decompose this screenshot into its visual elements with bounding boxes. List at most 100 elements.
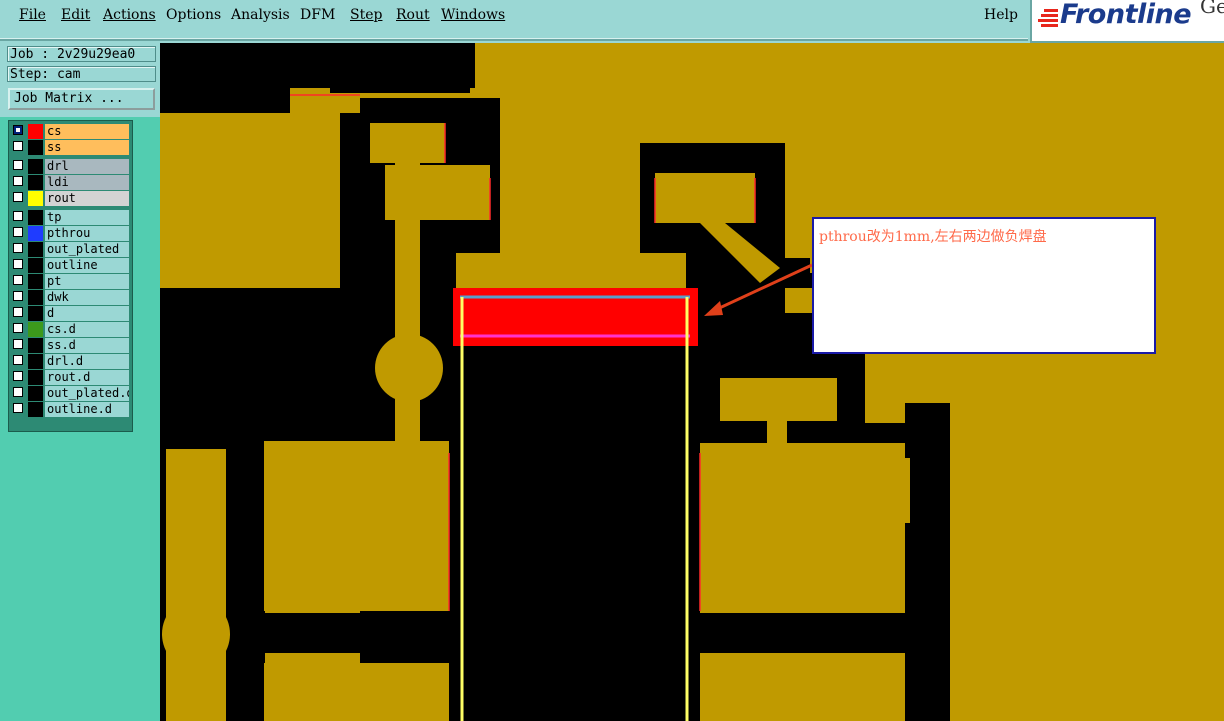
- layer-checkbox[interactable]: [13, 160, 23, 170]
- menu-file[interactable]: File: [19, 7, 46, 23]
- layer-checkbox[interactable]: [13, 371, 23, 381]
- layer-color-swatch[interactable]: [28, 242, 43, 257]
- layer-checkbox[interactable]: [13, 211, 23, 221]
- layer-checkbox[interactable]: [13, 243, 23, 253]
- layer-checkbox[interactable]: [13, 339, 23, 349]
- layer-checkbox[interactable]: [13, 355, 23, 365]
- menu-step[interactable]: Step: [350, 7, 382, 23]
- layer-row[interactable]: rout: [11, 191, 129, 206]
- menu-help[interactable]: Help: [984, 7, 1018, 23]
- layer-checkbox[interactable]: [13, 275, 23, 285]
- layer-checkbox[interactable]: [13, 291, 23, 301]
- layer-name[interactable]: out_plated: [45, 242, 129, 257]
- layer-name[interactable]: rout: [45, 191, 129, 206]
- annotation-text: pthrou改为1mm,左右两边做负焊盘: [819, 229, 1047, 245]
- layer-row[interactable]: out_plated.d: [11, 386, 129, 401]
- layer-row[interactable]: outline.d: [11, 402, 129, 417]
- layer-row[interactable]: cs: [11, 124, 129, 139]
- layer-row[interactable]: cs.d: [11, 322, 129, 337]
- layer-checkbox[interactable]: [13, 323, 23, 333]
- layer-color-swatch[interactable]: [28, 322, 43, 337]
- layer-color-swatch[interactable]: [28, 226, 43, 241]
- layer-checkbox[interactable]: [13, 125, 23, 135]
- layer-name[interactable]: outline: [45, 258, 129, 273]
- layer-checkbox[interactable]: [13, 176, 23, 186]
- layer-color-swatch[interactable]: [28, 274, 43, 289]
- layer-checkbox[interactable]: [13, 387, 23, 397]
- step-name-field: Step: cam: [7, 66, 156, 82]
- layer-color-swatch[interactable]: [28, 140, 43, 155]
- menu-rout[interactable]: Rout: [396, 7, 430, 23]
- menu-bar: File Edit Actions Options Analysis DFM S…: [0, 0, 1028, 41]
- layer-name[interactable]: drl: [45, 159, 129, 174]
- layer-row[interactable]: ss: [11, 140, 129, 155]
- layers-list: cs ss drl ldi rout tp pthrou out_plated outline p…: [8, 120, 133, 432]
- layer-name[interactable]: outline.d: [45, 402, 129, 417]
- layer-row[interactable]: pt: [11, 274, 129, 289]
- menu-edit[interactable]: Edit: [61, 7, 90, 23]
- pcb-canvas[interactable]: [160, 43, 1224, 721]
- layer-color-swatch[interactable]: [28, 191, 43, 206]
- layer-color-swatch[interactable]: [28, 175, 43, 190]
- layer-name[interactable]: d: [45, 306, 129, 321]
- logo-stripes-icon: [1038, 9, 1058, 27]
- layer-name[interactable]: rout.d: [45, 370, 129, 385]
- layer-name[interactable]: pt: [45, 274, 129, 289]
- layer-row[interactable]: drl.d: [11, 354, 129, 369]
- logo-partial-text: Ge: [1200, 0, 1224, 18]
- layer-checkbox[interactable]: [13, 227, 23, 237]
- layer-row[interactable]: outline: [11, 258, 129, 273]
- layer-color-swatch[interactable]: [28, 306, 43, 321]
- annotation-box: pthrou改为1mm,左右两边做负焊盘: [812, 217, 1156, 354]
- menu-edit-label: Edit: [61, 7, 91, 23]
- menu-options[interactable]: Options: [166, 7, 221, 23]
- layer-row[interactable]: out_plated: [11, 242, 129, 257]
- layer-color-swatch[interactable]: [28, 354, 43, 369]
- left-panel: Job : 2v29u29ea0 Step: cam Job Matrix ..…: [0, 41, 160, 721]
- layer-row[interactable]: pthrou: [11, 226, 129, 241]
- layer-name[interactable]: out_plated.d: [45, 386, 129, 401]
- menu-windows-label: Windows: [441, 7, 506, 23]
- layer-row[interactable]: ss.d: [11, 338, 129, 353]
- layer-color-swatch[interactable]: [28, 402, 43, 417]
- layer-name[interactable]: cs.d: [45, 322, 129, 337]
- layer-row[interactable]: dwk: [11, 290, 129, 305]
- menu-actions-label: Actions: [103, 7, 156, 23]
- layer-row[interactable]: drl: [11, 159, 129, 174]
- job-matrix-button[interactable]: Job Matrix ...: [8, 88, 155, 110]
- layer-color-swatch[interactable]: [28, 124, 43, 139]
- layer-row[interactable]: rout.d: [11, 370, 129, 385]
- layer-color-swatch[interactable]: [28, 338, 43, 353]
- layer-name[interactable]: ss: [45, 140, 129, 155]
- layer-color-swatch[interactable]: [28, 370, 43, 385]
- menu-rout-label: Rout: [396, 7, 430, 23]
- menu-analysis[interactable]: Analysis: [231, 7, 290, 23]
- layer-name[interactable]: ldi: [45, 175, 129, 190]
- layer-color-swatch[interactable]: [28, 386, 43, 401]
- layer-row[interactable]: ldi: [11, 175, 129, 190]
- layer-color-swatch[interactable]: [28, 210, 43, 225]
- menu-dfm[interactable]: DFM: [300, 7, 335, 23]
- layer-color-swatch[interactable]: [28, 258, 43, 273]
- layer-row[interactable]: tp: [11, 210, 129, 225]
- layer-name[interactable]: tp: [45, 210, 129, 225]
- layer-checkbox[interactable]: [13, 141, 23, 151]
- menu-windows[interactable]: Windows: [441, 7, 505, 23]
- layer-name[interactable]: dwk: [45, 290, 129, 305]
- layer-row[interactable]: d: [11, 306, 129, 321]
- layer-checkbox[interactable]: [13, 307, 23, 317]
- menu-actions[interactable]: Actions: [103, 7, 156, 23]
- layer-color-swatch[interactable]: [28, 159, 43, 174]
- pcb-graphics[interactable]: [160, 43, 1224, 721]
- layer-name[interactable]: drl.d: [45, 354, 129, 369]
- layer-checkbox[interactable]: [13, 192, 23, 202]
- layer-name[interactable]: ss.d: [45, 338, 129, 353]
- job-name-field: Job : 2v29u29ea0: [7, 46, 156, 62]
- layer-checkbox[interactable]: [13, 259, 23, 269]
- frontline-logo: Frontline Ge: [1030, 0, 1224, 43]
- layer-checkbox[interactable]: [13, 403, 23, 413]
- layer-name[interactable]: cs: [45, 124, 129, 139]
- layer-name[interactable]: pthrou: [45, 226, 129, 241]
- menu-options-label: Options: [166, 7, 222, 23]
- layer-color-swatch[interactable]: [28, 290, 43, 305]
